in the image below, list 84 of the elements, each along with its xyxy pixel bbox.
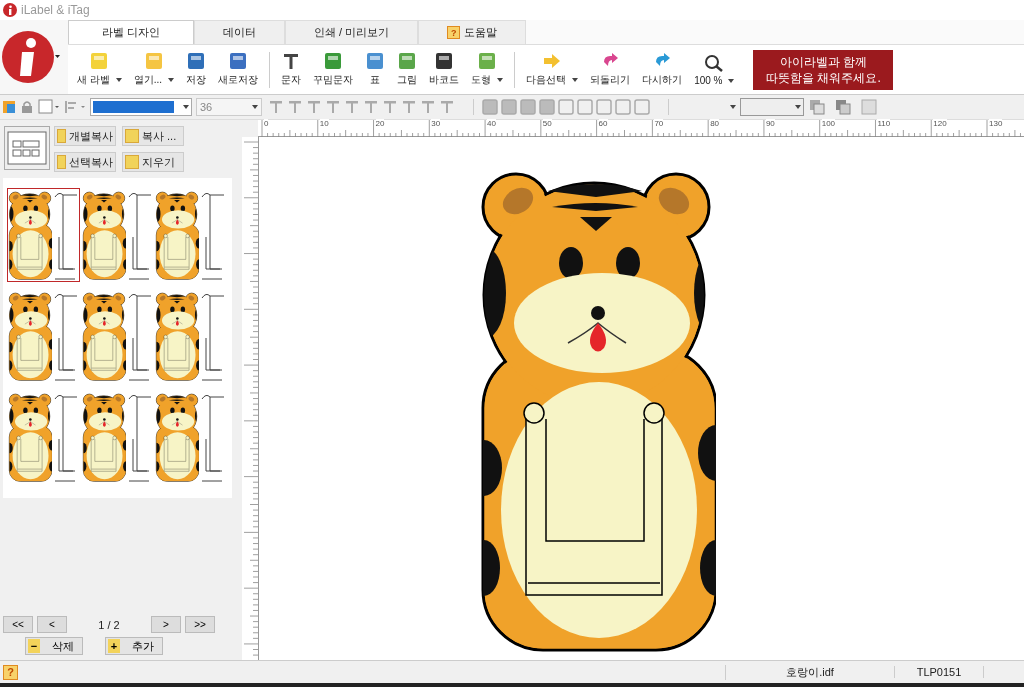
ruler-label: 70 [654,119,664,128]
ribbon-tab[interactable]: 라벨 디자인 [68,20,194,44]
first-page-button[interactable]: << [3,616,33,633]
app-logo-icon[interactable] [2,30,60,84]
font-field[interactable] [90,98,192,116]
copy-button[interactable]: 복사 ... [122,126,184,146]
label-thumbnail[interactable] [80,390,154,484]
ribbon-button[interactable]: 새로저장 [213,52,264,87]
tool-icon [397,52,418,70]
help-icon[interactable]: ? [3,664,18,680]
banner-text: 따뜻함을 채워주세요. [766,69,881,86]
next-page-button[interactable]: > [151,616,181,633]
ribbon-button[interactable]: 저장 [181,52,212,87]
help-icon: ? [447,26,461,39]
caret-icon [252,105,258,109]
caret-icon [115,78,122,83]
page-indicator: 1 / 2 [97,618,121,631]
window-title: iLabel & iTag [21,3,90,17]
copy-button[interactable]: 개별복사 [54,126,116,146]
ruler-label: 80 [710,119,720,128]
font-size-value: 36 [200,101,213,113]
promo-banner[interactable]: 아이라벨과 함께 따뜻함을 채워주세요. [753,49,894,90]
dropdown-field[interactable] [740,98,804,116]
last-page-button[interactable]: >> [185,616,215,633]
copy-button[interactable]: 선택복사 [54,152,116,172]
ruler-label: 40 [487,119,496,128]
tool-icon [228,52,249,70]
tool-icon [89,52,110,70]
ruler-label: 30 [431,119,441,128]
color-icon[interactable] [2,100,16,114]
ribbon-button[interactable]: 새 라벨 [72,52,127,87]
ribbon-tab[interactable]: ? 도움말 [418,20,527,44]
ruler-label: 10 [319,119,329,128]
tool-icon [477,52,498,70]
ribbon-button[interactable]: 다음선택 [521,52,584,87]
ruler-label: 90 [765,119,775,128]
label-thumbnail[interactable] [80,289,154,383]
caret-icon [497,78,504,83]
banner-text: 아이라벨과 함께 [779,53,868,70]
tool-icon [186,52,207,70]
caret-icon [168,78,175,83]
label-thumbnail[interactable] [7,188,80,282]
label-thumbnail[interactable] [7,390,80,484]
layer-icon[interactable] [808,99,878,115]
ribbon-button[interactable]: 꾸밈문자 [308,52,359,87]
tool-icon [434,52,455,70]
ruler-label: 130 [989,119,1003,128]
tool-icon [143,52,164,70]
tool-icon [704,53,725,72]
ribbon-button[interactable]: 100 % [689,53,740,86]
app-icon [3,3,17,17]
ribbon-button[interactable]: 되돌리기 [585,52,636,87]
label-thumbnail[interactable] [7,289,80,383]
copy-button[interactable]: 지우기 [122,152,184,172]
page-action-button[interactable]: + 추가 [105,637,163,655]
ruler-label: 20 [375,119,385,128]
ribbon-tab[interactable]: 데이터 [194,20,285,44]
file-name: 호랑이.idf [725,664,894,680]
caret-icon [728,78,735,83]
page-action-button[interactable]: − 삭제 [25,637,83,655]
ribbon-button[interactable]: 문자 [276,52,307,87]
ribbon-button[interactable]: 바코드 [424,52,465,87]
caret-icon [572,78,579,83]
template-code: TLP0151 [894,666,984,678]
label-thumbnail[interactable] [80,188,154,282]
tool-icon [323,52,344,70]
ribbon-button[interactable]: 도형 [466,52,509,87]
grid-layout-icon [7,131,47,165]
ruler-label: 100 [821,119,836,128]
ruler-label: 120 [933,119,947,128]
ribbon-button[interactable]: 표 [360,52,391,87]
ruler-label: 50 [542,119,552,128]
previous-page-button[interactable]: < [37,616,67,633]
tool-icon [365,52,386,70]
ribbon-button[interactable]: 다시하기 [637,52,688,87]
ruler-label: 110 [877,119,891,128]
ruler-label: 60 [598,119,608,128]
ruler-label: 0 [264,119,269,128]
ribbon-button[interactable]: 그림 [392,52,423,87]
ribbon-button[interactable]: 열기... [128,52,180,87]
ribbon-tab[interactable]: 인쇄 / 미리보기 [285,20,419,44]
caret-icon [795,105,801,109]
caret-icon [730,105,736,109]
caret-icon [183,105,189,109]
